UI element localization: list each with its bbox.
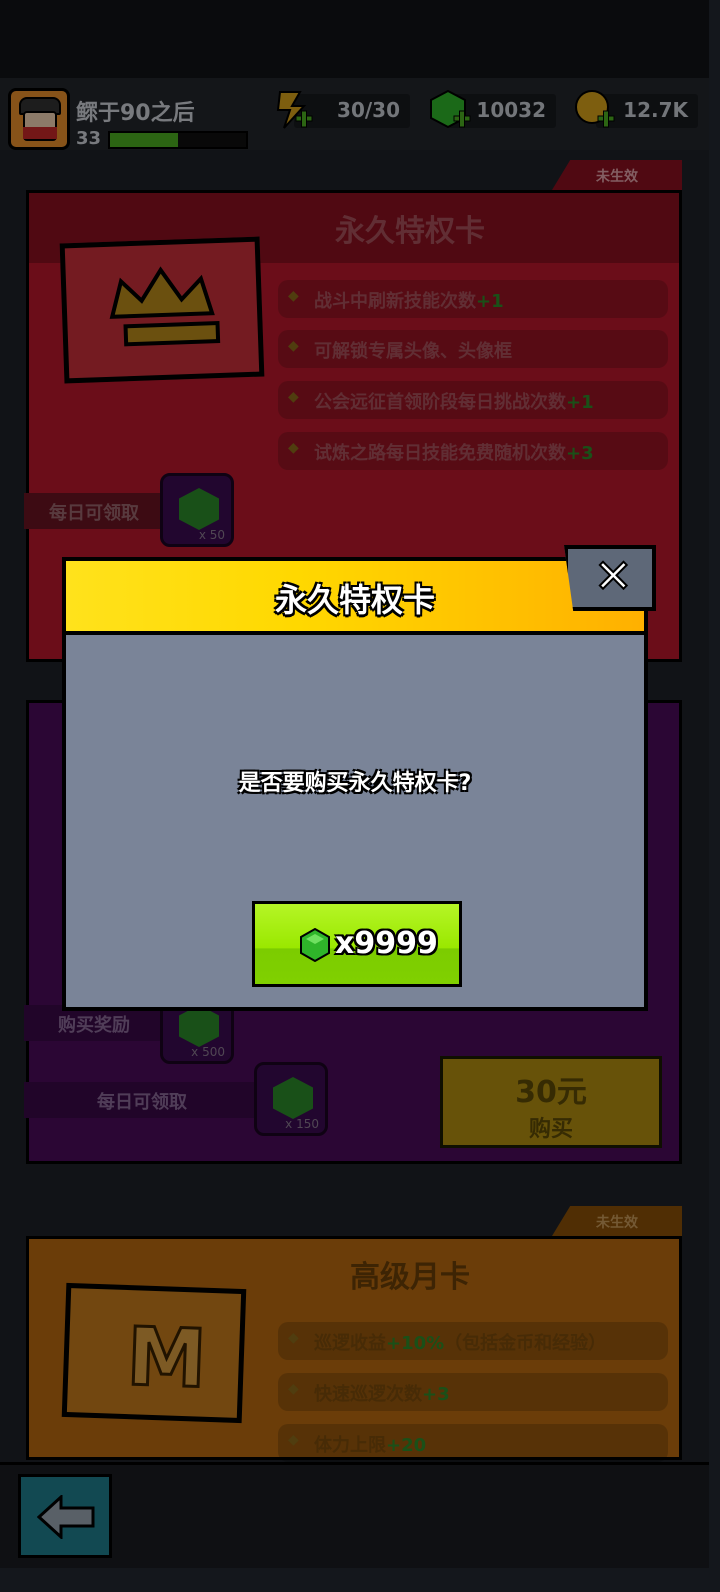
confirm-purchase-button[interactable]: x9999 — [252, 901, 462, 987]
close-button[interactable]: ✕ — [564, 545, 656, 611]
dialog-title: 永久特权卡 — [274, 581, 435, 619]
dialog-header: 永久特权卡 — [66, 561, 644, 635]
gem-icon — [300, 928, 330, 962]
purchase-dialog: 永久特权卡 是否要购买永久特权卡? x9999 — [62, 557, 648, 1011]
game-screen: 鳏于90之后 33 30/30 10032 12.7K 未生效 永久特权卡 战斗… — [0, 0, 709, 1568]
dialog-question: 是否要购买永久特权卡? — [238, 771, 472, 796]
close-icon: ✕ — [593, 548, 634, 604]
